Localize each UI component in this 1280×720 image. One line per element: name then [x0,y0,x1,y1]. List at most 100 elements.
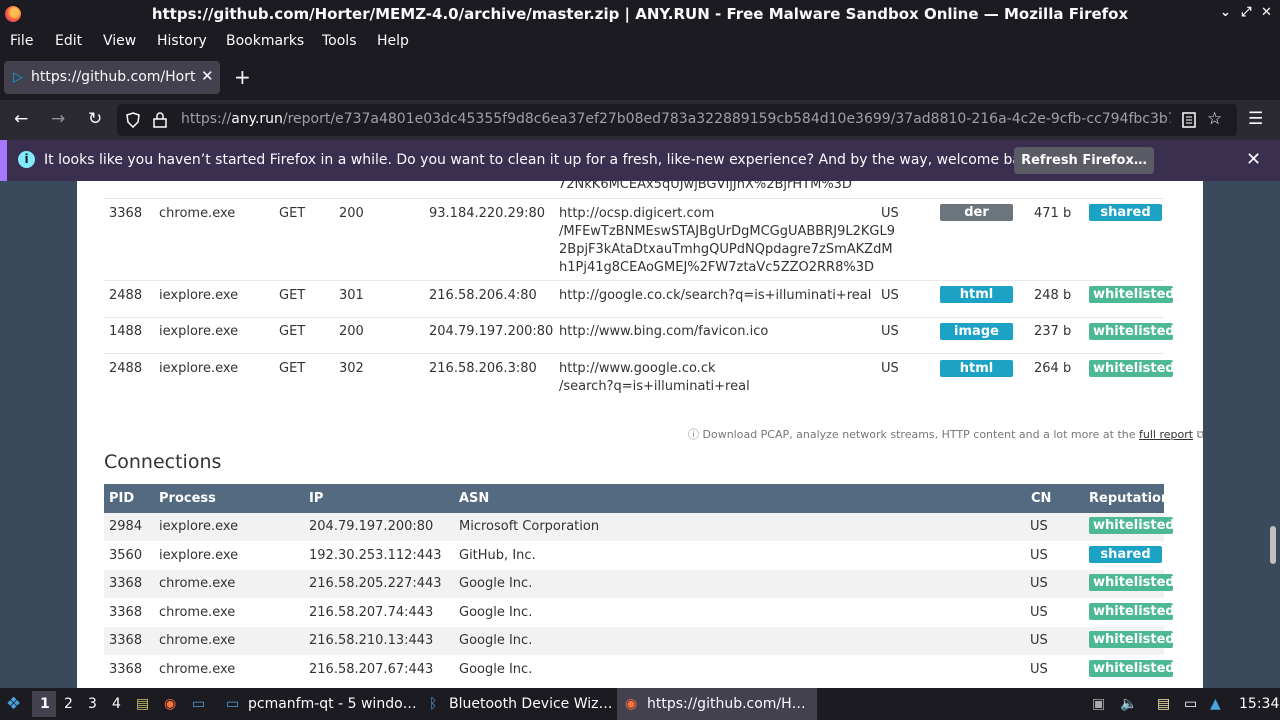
http-url-line[interactable]: http://www.google.co.ck [559,361,716,376]
menu-edit[interactable]: Edit [55,33,82,49]
web-viewport: 72NkK6MCEAx5qUJwjBGVIjJhX%2BjrHTM%3D 336… [0,181,1280,688]
minimize-icon[interactable]: ⌄ [1220,5,1231,20]
new-tab-icon[interactable]: + [234,65,251,89]
url-text[interactable]: https://any.run/report/e737a4801e03dc453… [181,111,1171,127]
firefox-launcher-icon[interactable]: ◉ [164,696,176,712]
conn-cn: US [1030,576,1048,591]
task-pcmanfm[interactable]: pcmanfm-qt - 5 windo… [248,696,417,712]
http-size: 264 b [1034,361,1072,376]
col-process: Process [159,491,216,506]
conn-ip: 216.58.207.74:443 [309,605,434,620]
http-url-line[interactable]: /search?q=is+illuminati+real [559,379,750,394]
file-manager-launcher-icon[interactable]: ▤ [136,696,149,712]
conn-pid: 3368 [109,662,143,677]
menu-view[interactable]: View [103,33,136,49]
app-menu-icon[interactable]: ☰ [1248,109,1263,129]
external-link-icon[interactable]: ⧉ [1197,428,1203,441]
conn-process: chrome.exe [159,633,236,648]
workspace-2[interactable]: 2 [64,696,73,712]
reputation-badge: shared [1089,204,1162,221]
type-badge: html [940,286,1013,303]
http-url-line[interactable]: http://ocsp.digicert.com [559,206,714,221]
info-icon: i [18,151,35,168]
http-ip: 216.58.206.4:80 [429,288,537,303]
conn-cn: US [1030,605,1048,620]
menu-tools[interactable]: Tools [322,33,357,49]
tab-label: https://github.com/Horter/MEMZ-4.0/archi… [31,69,196,85]
conn-asn: Google Inc. [459,576,533,591]
display-icon[interactable]: ▭ [1184,696,1197,712]
col-asn: ASN [459,491,490,506]
http-url-line[interactable]: h1Pj41g8CEAoGMEJ%2FW7ztaVc5ZZO2RR8%3D [559,260,874,275]
task-bluetooth-wizard[interactable]: Bluetooth Device Wiz… [449,696,613,712]
conn-cn: US [1030,519,1048,534]
clipboard-icon[interactable]: ▤ [1157,696,1170,712]
http-ip: 204.79.197.200:80 [429,324,554,339]
conn-ip: 192.30.253.112:443 [309,548,442,563]
workspace-3[interactable]: 3 [88,696,97,712]
reader-view-icon[interactable] [1182,112,1196,128]
connections-heading: Connections [104,451,222,473]
conn-asn: Google Inc. [459,633,533,648]
conn-process: chrome.exe [159,605,236,620]
notification-close-icon[interactable]: ✕ [1246,149,1261,170]
menu-help[interactable]: Help [377,33,409,49]
connections-table-header: PID Process IP ASN CN Reputation [104,484,1170,513]
footnote-text: Download PCAP, analyze network streams, … [702,428,1136,441]
notification-tray-icon[interactable]: ▲ [1210,696,1221,712]
browser-tab[interactable]: ▷ https://github.com/Horter/MEMZ-4.0/arc… [4,61,220,94]
http-code: 302 [339,361,364,376]
clock: 15:34 [1239,696,1280,712]
task-firefox[interactable]: https://github.com/H… [647,696,806,712]
maximize-icon[interactable]: ⤢ [1241,5,1251,20]
row-divider [104,317,1164,318]
conn-asn: Google Inc. [459,662,533,677]
menu-bookmarks[interactable]: Bookmarks [226,33,304,49]
tray-icon[interactable]: ▣ [1092,696,1105,712]
http-url-line[interactable]: http://www.bing.com/favicon.ico [559,324,768,339]
http-process: iexplore.exe [159,361,239,376]
http-size: 237 b [1034,324,1072,339]
tab-close-icon[interactable]: ✕ [201,67,214,85]
bookmark-star-icon[interactable]: ☆ [1207,109,1222,129]
notification-accent [0,140,7,181]
http-size: 248 b [1034,288,1072,303]
http-code: 200 [339,206,364,221]
conn-ip: 204.79.197.200:80 [309,519,434,534]
report-page: 72NkK6MCEAx5qUJwjBGVIjJhX%2BjrHTM%3D 336… [77,181,1203,688]
shield-icon[interactable] [126,112,140,128]
reputation-badge: shared [1089,546,1162,563]
http-pid: 2488 [109,288,143,303]
menu-history[interactable]: History [157,33,207,49]
page-scrollbar[interactable] [1270,526,1276,564]
http-url-line[interactable]: 2BpjF3kAtaDtxauTmhgQUPdNQpdagre7zSmAKZdM [559,242,893,257]
row-stripe [104,570,1164,598]
row-divider [104,198,1164,199]
start-menu-icon[interactable]: ❖ [6,694,21,714]
http-url-line[interactable]: http://google.co.ck/search?q=is+illumina… [559,288,871,303]
refresh-firefox-button[interactable]: Refresh Firefox… [1014,147,1154,174]
volume-icon[interactable]: 🔈 [1120,696,1137,712]
window-titlebar: https://github.com/Horter/MEMZ-4.0/archi… [0,0,1280,29]
info-circle-icon: ⓘ [688,428,699,441]
type-badge: html [940,360,1013,377]
back-icon[interactable]: ← [14,109,28,129]
menu-file[interactable]: File [10,33,33,49]
lock-icon[interactable] [153,112,167,128]
close-window-icon[interactable]: ✕ [1261,5,1272,20]
http-code: 200 [339,324,364,339]
desktop-launcher-icon[interactable]: ▭ [192,696,205,712]
workspace-4[interactable]: 4 [112,696,121,712]
url-bar[interactable]: https://any.run/report/e737a4801e03dc453… [117,104,1237,136]
workspace-1[interactable]: 1 [40,696,50,712]
http-method: GET [279,361,306,376]
conn-cn: US [1030,548,1048,563]
forward-icon[interactable]: → [51,109,65,129]
http-pid: 3368 [109,206,143,221]
col-cn: CN [1031,491,1052,506]
reload-icon[interactable]: ↻ [88,109,102,129]
full-report-link[interactable]: full report [1139,428,1193,441]
anyrun-favicon-icon: ▷ [13,70,23,85]
conn-ip: 216.58.205.227:443 [309,576,442,591]
http-url-line[interactable]: /MFEwTzBNMEswSTAJBgUrDgMCGgUABBRJ9L2KGL9 [559,224,895,239]
